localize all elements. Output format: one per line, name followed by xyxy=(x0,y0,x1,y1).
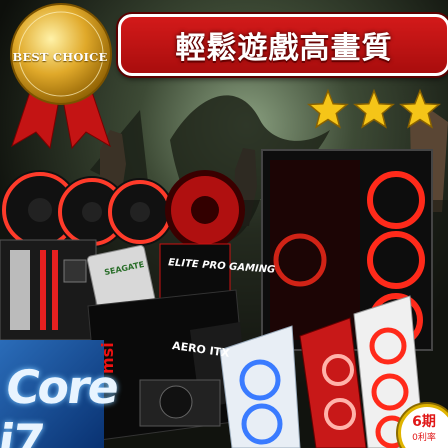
banner-title: 輕鬆遊戲高畫質 xyxy=(175,31,393,66)
best-choice-medal-icon xyxy=(10,3,112,150)
red-led-fan xyxy=(165,170,245,250)
rgb-fan-3 xyxy=(106,178,174,246)
gpu-brand-label: msi xyxy=(98,342,117,374)
star-icon xyxy=(307,88,349,129)
medal-label: BEST CHOICE xyxy=(12,50,108,64)
star-icon xyxy=(399,88,441,129)
rating-stars xyxy=(306,88,448,134)
graphics-card xyxy=(139,379,221,427)
installment-period: 6期 xyxy=(412,414,436,430)
installment-note: 0利率 xyxy=(412,433,436,443)
promo-banner-image: Core i7 msi AERO ITX ELITE PRO GAMING SE… xyxy=(0,0,448,448)
star-icon xyxy=(353,88,395,129)
motherboard xyxy=(0,239,97,341)
title-banner: 輕鬆遊戲高畫質 xyxy=(118,14,448,76)
installment-badge: 6期 0利率 xyxy=(398,404,448,448)
